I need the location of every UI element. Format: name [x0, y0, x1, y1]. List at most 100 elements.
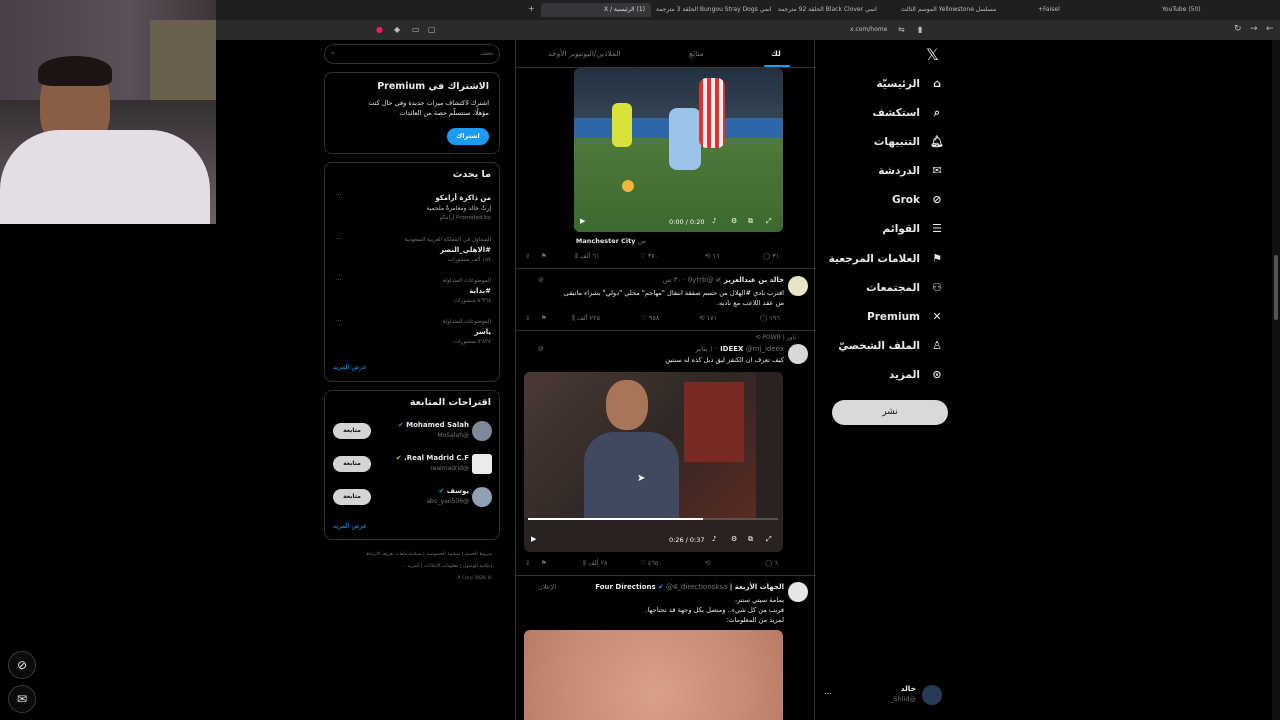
- account-more-icon[interactable]: ...: [824, 687, 832, 696]
- follow-item[interactable]: Real Madrid C.F. ✔ @realmadrid متابعة: [325, 452, 501, 478]
- post-button[interactable]: نشر: [832, 400, 948, 425]
- video-player-2[interactable]: ▶ 0:26 / 0:37 ♪ ⚙ ⧉ ⤢: [524, 372, 783, 552]
- tab-black-clover[interactable]: انمي Black Clover الحلقة 92 مترجمة: [778, 3, 877, 17]
- new-tab-button[interactable]: +: [528, 4, 535, 13]
- nav-explore[interactable]: ⌕ استكشف: [872, 99, 944, 127]
- trend-more-icon[interactable]: ···: [335, 317, 342, 325]
- nav-grok[interactable]: ⊘ Grok: [892, 186, 944, 214]
- video-player-1[interactable]: ▶ 0:00 / 0:20 ♪ ⚙ ⧉ ⤢: [574, 68, 783, 232]
- follow-item[interactable]: Mohamed Salah ✔ @MoSalah متابعة: [325, 419, 501, 445]
- trend-item[interactable]: المتداول في المملكة العربية السعودية #ال…: [325, 235, 501, 271]
- settings-icon[interactable]: ⚙: [731, 535, 737, 543]
- bookmark-icon[interactable]: ⚑: [541, 314, 547, 322]
- nav-profile[interactable]: ♙ الملف الشخصيّ: [838, 332, 944, 360]
- follow-button[interactable]: متابعة: [333, 456, 371, 472]
- nav-communities[interactable]: ⚇ المجتمعات: [866, 274, 944, 302]
- post2-handle[interactable]: @0ytrb: [688, 276, 714, 284]
- trend-item[interactable]: من ذاكرة أرامكو إرثٌ خالد ومغامرةٌ ملحمي…: [325, 191, 501, 229]
- grok-post-icon[interactable]: ⊘: [538, 276, 544, 284]
- tab-for-you[interactable]: لك: [771, 49, 781, 58]
- fullscreen-icon[interactable]: ⤢: [766, 217, 772, 226]
- reply-button[interactable]: ◯ ٦: [765, 559, 778, 567]
- back-icon[interactable]: →: [1250, 24, 1258, 34]
- share-icon[interactable]: ⇪: [525, 314, 530, 322]
- nav-messages[interactable]: ✉ الدردشة: [878, 157, 944, 185]
- video-source[interactable]: من Manchester City: [556, 237, 646, 245]
- repost-button[interactable]: ⟲: [705, 559, 710, 567]
- like-button[interactable]: ♡ ٩٥٨: [641, 314, 659, 322]
- messages-float-button[interactable]: ✉: [8, 685, 36, 713]
- tab-faisel[interactable]: Faisel+: [1038, 3, 1060, 17]
- footer-link[interactable]: إمكانية الوصول: [463, 564, 492, 569]
- grok-post-icon[interactable]: ⊘: [538, 345, 544, 353]
- trends-show-more[interactable]: عرض المزيد: [333, 363, 367, 371]
- share-icon[interactable]: ⇪: [525, 559, 530, 567]
- bookmark-icon[interactable]: ⚑: [541, 252, 547, 260]
- grok-float-button[interactable]: ⊘: [8, 651, 36, 679]
- like-button[interactable]: ♡ ٤٦٥: [640, 559, 658, 567]
- trend-item[interactable]: الموضوعات المتداولة ياسر ٥٬٨٢٨ منشورات ·…: [325, 317, 501, 353]
- nav-notifications[interactable]: 🔔︎ التنبيهات: [874, 128, 944, 156]
- site-settings-icon[interactable]: ⇋: [898, 25, 905, 34]
- footer-link[interactable]: سياسة الخصوصية: [426, 552, 460, 557]
- like-button[interactable]: ♡ ٣٧٠: [640, 252, 658, 260]
- nav-home[interactable]: ⌂ الرئيسيّة: [876, 70, 944, 98]
- page-scrollbar[interactable]: [1272, 40, 1280, 720]
- follow-show-more[interactable]: عرض المزيد: [333, 522, 367, 530]
- views-count[interactable]: ⫼ ٢٨ ألف: [583, 559, 608, 568]
- bookmark-star-icon[interactable]: ▮: [918, 25, 922, 34]
- follow-item[interactable]: يوسف ✔ @abo_yan506 متابعة: [325, 485, 501, 511]
- share-icon[interactable]: ⇪: [525, 252, 530, 260]
- post4-handle[interactable]: @4_directionsksa: [666, 583, 727, 591]
- bookmark-icon[interactable]: ⚑: [541, 559, 547, 567]
- nav-bookmarks[interactable]: ⚑ العلامات المرجعية: [829, 245, 944, 273]
- popout-icon[interactable]: ⧉: [748, 217, 753, 226]
- popout-icon[interactable]: ⧉: [748, 535, 753, 544]
- subscribe-button[interactable]: اشتراك: [447, 128, 489, 145]
- volume-icon[interactable]: ♪: [712, 217, 716, 225]
- extension-icon[interactable]: ●: [376, 25, 383, 34]
- avatar[interactable]: [788, 344, 808, 364]
- nav-lists[interactable]: ☰ القوائم: [883, 215, 944, 243]
- post3-time[interactable]: ١ يناير: [695, 345, 713, 353]
- volume-icon[interactable]: ♪: [712, 535, 716, 543]
- repost-button[interactable]: ⟲ ١٧١: [699, 314, 717, 322]
- follow-button[interactable]: متابعة: [333, 423, 371, 439]
- ad-image[interactable]: [524, 630, 783, 720]
- avatar[interactable]: [788, 582, 808, 602]
- repost-button[interactable]: ⟲ ١٦: [705, 252, 720, 260]
- footer-link[interactable]: شروط الخدمة: [465, 552, 492, 557]
- screen-icon[interactable]: ▢: [428, 25, 436, 34]
- play-icon[interactable]: ▶: [580, 217, 585, 225]
- footer-link[interactable]: سياسة ملفات تعريف الارتباط: [366, 552, 422, 557]
- tab-icon[interactable]: ▭: [412, 25, 420, 34]
- tab-youtube[interactable]: (50) YouTube: [1162, 3, 1201, 17]
- shield-icon[interactable]: ◆: [394, 25, 400, 34]
- views-count[interactable]: ⫼ ٢٢٥ ألف: [572, 314, 600, 323]
- url-text[interactable]: x.com/home: [850, 26, 887, 33]
- nav-more[interactable]: ⊙ المزيد: [889, 361, 944, 389]
- avatar[interactable]: [788, 276, 808, 296]
- trend-more-icon[interactable]: ···: [335, 276, 342, 284]
- footer-link[interactable]: المزيد ...: [402, 564, 419, 569]
- x-logo-icon[interactable]: 𝕏: [926, 45, 939, 64]
- tab-yellowstone[interactable]: مسلسل Yellowstone الموسم الثالث: [901, 3, 996, 17]
- play-icon[interactable]: ▶: [531, 535, 536, 543]
- reply-button[interactable]: ◯ ١٩٦: [760, 314, 780, 322]
- reload-icon[interactable]: ↻: [1234, 24, 1242, 34]
- trend-more-icon[interactable]: ···: [335, 235, 342, 243]
- reply-button[interactable]: ◯ ٣١: [763, 252, 779, 260]
- footer-link[interactable]: معلومات الإعلانات: [424, 564, 459, 569]
- post3-author[interactable]: IDEEX: [720, 345, 743, 353]
- tab-x-home[interactable]: (1) الرئيسية / X: [541, 3, 651, 17]
- post2-author[interactable]: خالد بن عبدالعزيز: [724, 276, 784, 284]
- account-switcher[interactable]: خالد @5hlid_ ...: [820, 684, 948, 708]
- tab-list[interactable]: الملاذين/اليوتيوبر الأوحد: [548, 49, 621, 58]
- scrollbar-thumb[interactable]: [1274, 255, 1278, 320]
- post2-time[interactable]: ٣٠ س: [663, 276, 681, 284]
- trend-more-icon[interactable]: ···: [335, 191, 342, 199]
- nav-premium[interactable]: ✕ Premium: [867, 303, 944, 331]
- tab-bungou[interactable]: انمي Bungou Stray Dogs الحلقة 3 مترجمة: [656, 3, 772, 17]
- tab-following[interactable]: متابَع: [689, 49, 704, 58]
- fullscreen-icon[interactable]: ⤢: [766, 535, 772, 544]
